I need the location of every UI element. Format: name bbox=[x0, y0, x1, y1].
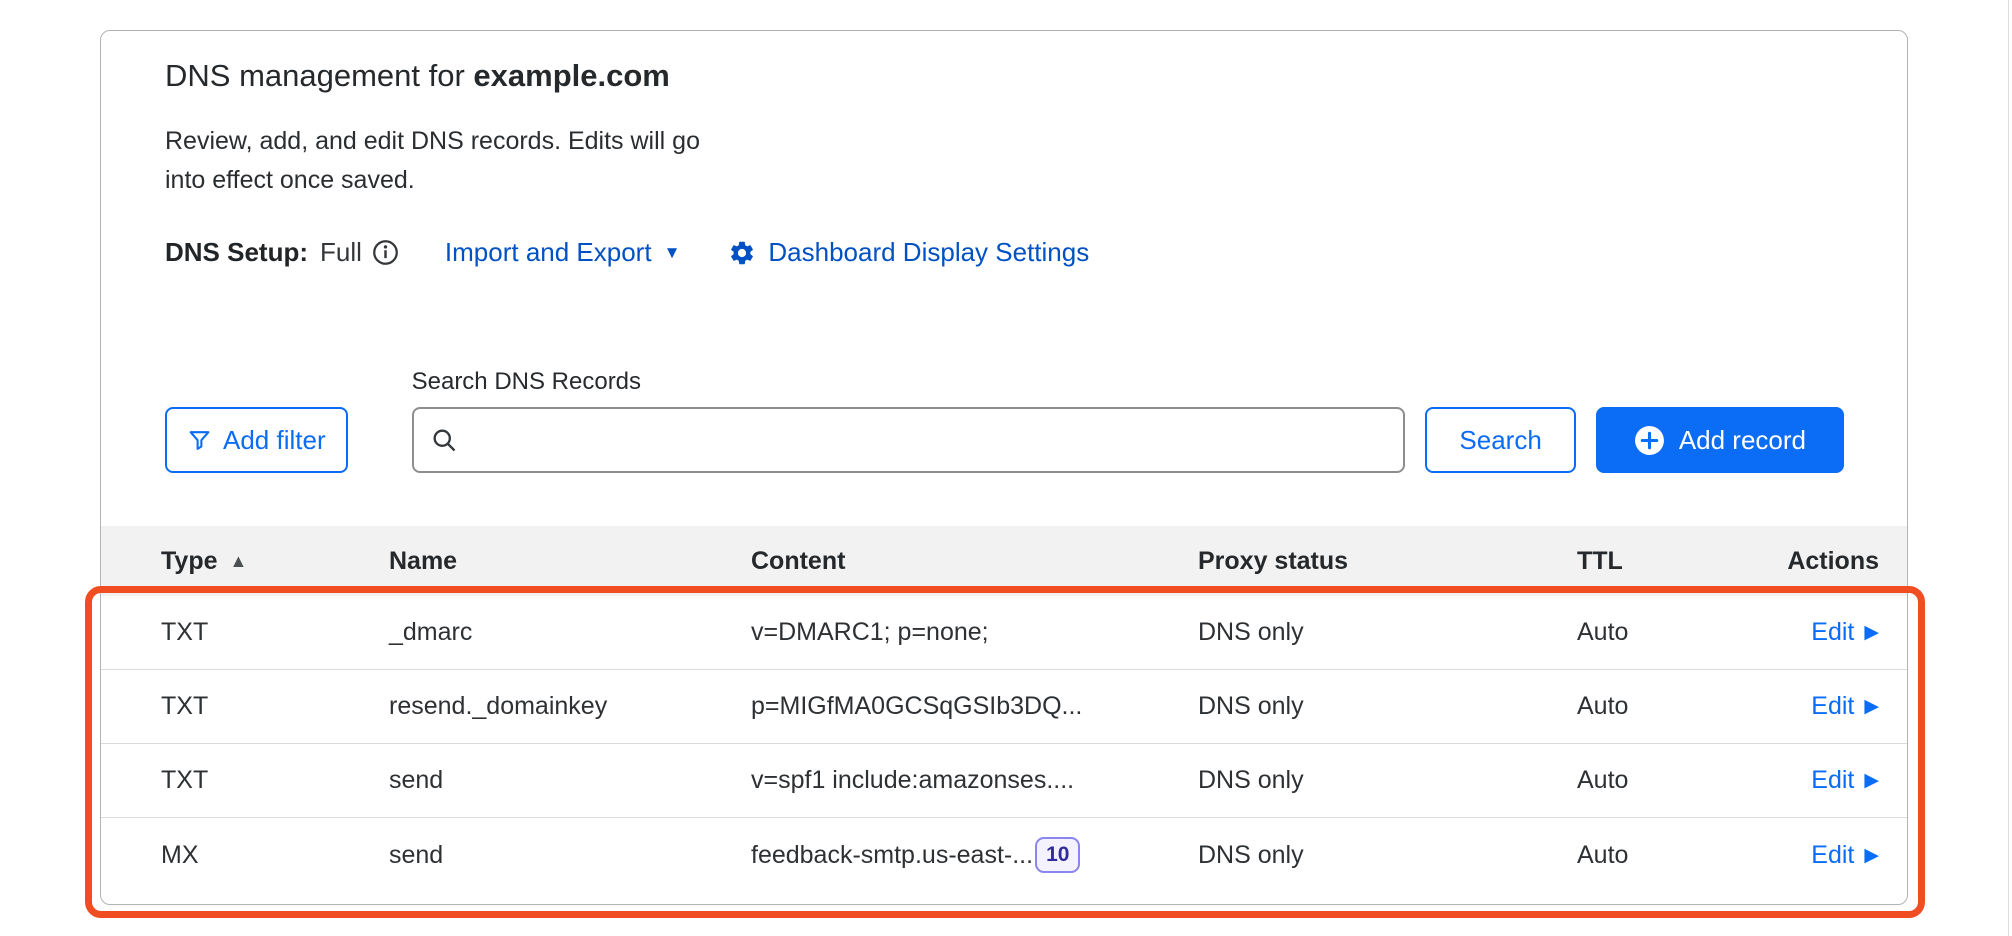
cell-ttl: Auto bbox=[1577, 766, 1764, 795]
column-label-ttl: TTL bbox=[1577, 547, 1623, 576]
chevron-right-icon: ▶ bbox=[1864, 697, 1879, 716]
sort-ascending-icon: ▲ bbox=[230, 551, 248, 572]
column-header-ttl[interactable]: TTL bbox=[1577, 547, 1764, 576]
mx-content-text: feedback-smtp.us-east-... bbox=[751, 841, 1033, 870]
cell-name: send bbox=[389, 841, 751, 870]
add-record-button[interactable]: Add record bbox=[1596, 407, 1844, 473]
column-header-actions: Actions bbox=[1787, 547, 1879, 576]
chevron-right-icon: ▶ bbox=[1864, 771, 1879, 790]
dns-toolbar: Add filter Search DNS Records Search bbox=[165, 368, 1907, 473]
cell-content: v=spf1 include:amazonses.... bbox=[751, 766, 1198, 795]
dns-setup-value: Full bbox=[320, 237, 362, 268]
search-field-group: Search DNS Records bbox=[412, 368, 1406, 473]
cell-proxy-status: DNS only bbox=[1198, 841, 1577, 870]
cell-type: MX bbox=[161, 841, 389, 870]
dns-management-card: DNS management for example.com Review, a… bbox=[100, 30, 1908, 905]
add-filter-button[interactable]: Add filter bbox=[165, 407, 348, 473]
cell-name: resend._domainkey bbox=[389, 692, 751, 721]
filter-icon bbox=[187, 428, 212, 453]
import-export-label: Import and Export bbox=[445, 237, 652, 268]
header-links: Import and Export ▼ Dashboard Display Se… bbox=[445, 237, 1089, 268]
column-label-proxy-status: Proxy status bbox=[1198, 547, 1348, 576]
edit-record-link[interactable]: Edit ▶ bbox=[1811, 841, 1879, 870]
search-icon bbox=[430, 426, 458, 454]
import-export-link[interactable]: Import and Export ▼ bbox=[445, 237, 680, 268]
cell-ttl: Auto bbox=[1577, 618, 1764, 647]
column-label-name: Name bbox=[389, 547, 457, 576]
chevron-right-icon: ▶ bbox=[1864, 846, 1879, 865]
cell-name: _dmarc bbox=[389, 618, 751, 647]
info-icon[interactable] bbox=[372, 239, 399, 266]
search-input[interactable] bbox=[412, 407, 1406, 473]
cell-type: TXT bbox=[161, 618, 389, 647]
column-header-type[interactable]: Type ▲ bbox=[161, 547, 389, 576]
cell-content: v=DMARC1; p=none; bbox=[751, 618, 1198, 647]
dns-setup-row: DNS Setup: Full Import and Export ▼ bbox=[165, 237, 1907, 268]
cell-proxy-status: DNS only bbox=[1198, 618, 1577, 647]
cell-ttl: Auto bbox=[1577, 841, 1764, 870]
cell-proxy-status: DNS only bbox=[1198, 766, 1577, 795]
column-header-proxy-status[interactable]: Proxy status bbox=[1198, 547, 1577, 576]
cell-type: TXT bbox=[161, 766, 389, 795]
cell-ttl: Auto bbox=[1577, 692, 1764, 721]
edit-label: Edit bbox=[1811, 766, 1854, 795]
table-header: Type ▲ Name Content Proxy status TTL Act… bbox=[101, 526, 1907, 596]
dashboard-display-settings-label: Dashboard Display Settings bbox=[768, 237, 1089, 268]
page-title-domain: example.com bbox=[473, 58, 669, 93]
edit-label: Edit bbox=[1811, 618, 1854, 647]
edit-record-link[interactable]: Edit ▶ bbox=[1811, 766, 1879, 795]
edit-record-link[interactable]: Edit ▶ bbox=[1811, 692, 1879, 721]
table-row: MX send feedback-smtp.us-east-... 10 DNS… bbox=[101, 818, 1907, 892]
column-label-actions: Actions bbox=[1787, 547, 1879, 576]
dashboard-display-settings-link[interactable]: Dashboard Display Settings bbox=[728, 237, 1089, 268]
table-row: TXT send v=spf1 include:amazonses.... DN… bbox=[101, 744, 1907, 818]
cell-content: p=MIGfMA0GCSqGSIb3DQ... bbox=[751, 692, 1198, 721]
page-description: Review, add, and edit DNS records. Edits… bbox=[165, 122, 700, 200]
column-label-content: Content bbox=[751, 547, 845, 576]
edit-label: Edit bbox=[1811, 841, 1854, 870]
cell-type: TXT bbox=[161, 692, 389, 721]
cell-name: send bbox=[389, 766, 751, 795]
column-header-content[interactable]: Content bbox=[751, 547, 1198, 576]
gear-icon bbox=[728, 239, 756, 267]
search-label: Search DNS Records bbox=[412, 368, 1406, 396]
search-button[interactable]: Search bbox=[1425, 407, 1575, 473]
edit-record-link[interactable]: Edit ▶ bbox=[1811, 618, 1879, 647]
dns-records-table: Type ▲ Name Content Proxy status TTL Act… bbox=[101, 526, 1907, 892]
page-edge-divider bbox=[2008, 0, 2009, 936]
table-row: TXT resend._domainkey p=MIGfMA0GCSqGSIb3… bbox=[101, 670, 1907, 744]
cell-content: feedback-smtp.us-east-... 10 bbox=[751, 837, 1198, 872]
column-label-type: Type bbox=[161, 547, 218, 576]
chevron-down-icon: ▼ bbox=[664, 244, 681, 261]
chevron-right-icon: ▶ bbox=[1864, 623, 1879, 642]
table-row: TXT _dmarc v=DMARC1; p=none; DNS only Au… bbox=[101, 596, 1907, 670]
add-filter-label: Add filter bbox=[223, 425, 326, 456]
edit-label: Edit bbox=[1811, 692, 1854, 721]
dns-setup-label: DNS Setup: bbox=[165, 237, 308, 268]
plus-icon bbox=[1634, 425, 1665, 456]
mx-priority-badge: 10 bbox=[1035, 837, 1080, 872]
page-title: DNS management for example.com bbox=[165, 57, 1907, 96]
page-title-prefix: DNS management for bbox=[165, 58, 473, 93]
cell-proxy-status: DNS only bbox=[1198, 692, 1577, 721]
add-record-label: Add record bbox=[1679, 425, 1806, 456]
column-header-name[interactable]: Name bbox=[389, 547, 751, 576]
